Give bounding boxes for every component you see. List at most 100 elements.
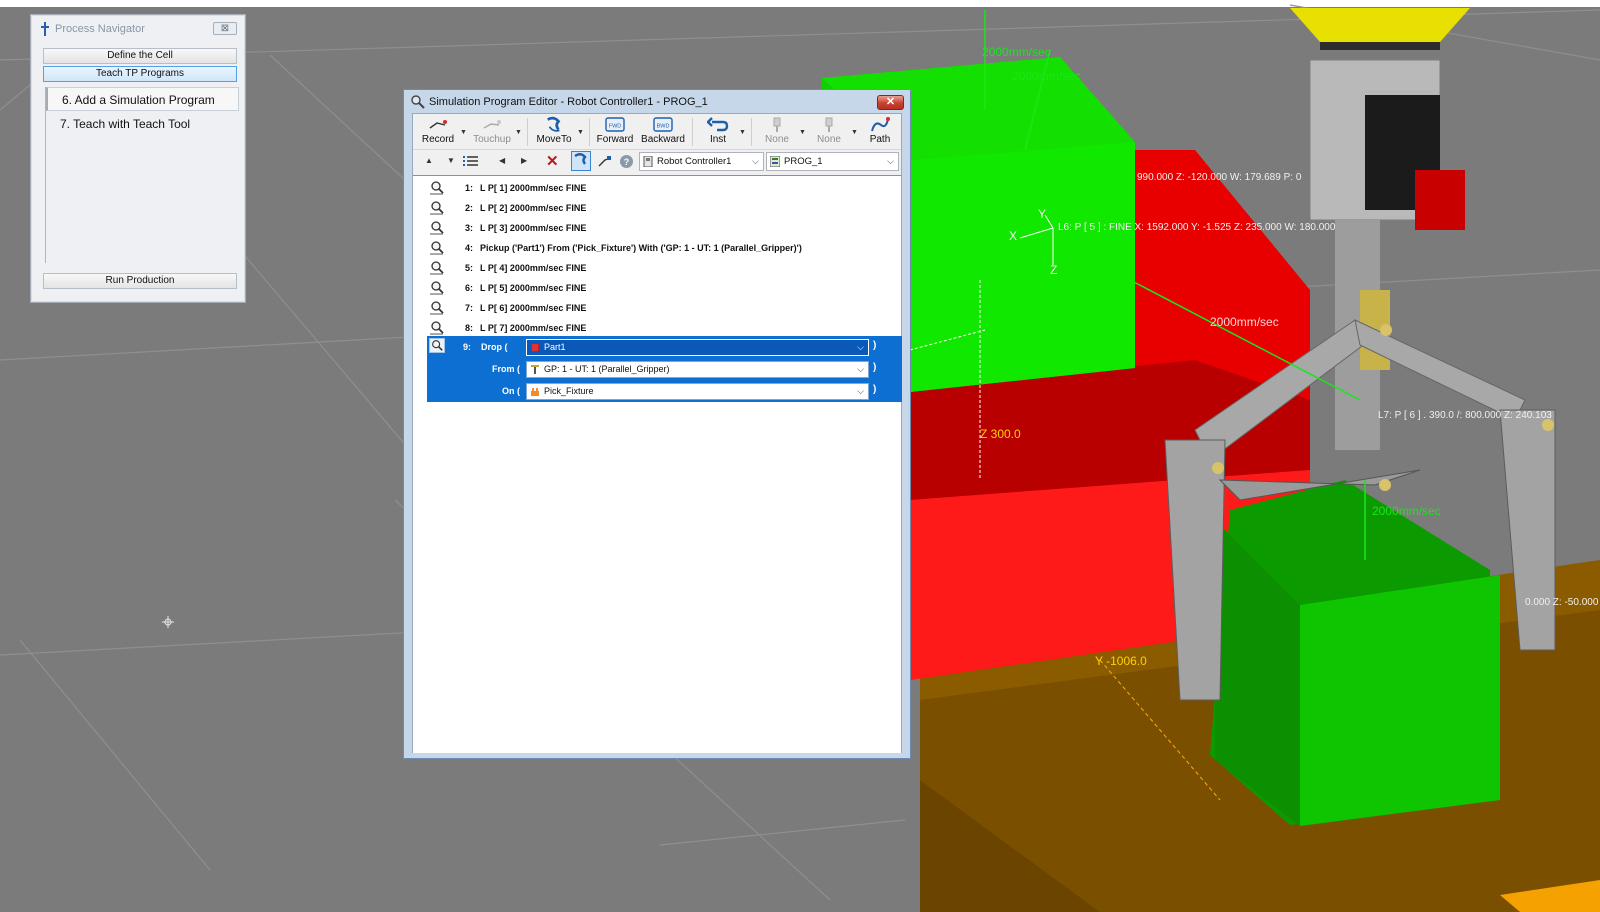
previous-icon[interactable]: ◀: [499, 156, 505, 165]
none-button-2[interactable]: None: [811, 116, 847, 148]
none2-dropdown-caret-icon[interactable]: ▼: [851, 129, 858, 136]
forward-button[interactable]: FWD Forward: [595, 116, 635, 148]
chevron-down-icon: ⌵: [857, 342, 864, 352]
teach-tp-programs-button[interactable]: Teach TP Programs: [43, 66, 237, 82]
undo-arrow-icon: [707, 117, 729, 132]
move-down-icon[interactable]: ▼: [447, 156, 455, 165]
program-line[interactable]: 4: Pickup ('Part1') From ('Pick_Fixture'…: [413, 238, 901, 258]
chevron-down-icon: ⌵: [857, 386, 864, 396]
svg-text:FWD: FWD: [609, 124, 622, 130]
speed-label-2: 2000mm/sec: [1012, 69, 1081, 83]
coord-readout-2: L7: P [ 6 ] . 390.0 /: 800.000 Z: 240.10…: [1378, 410, 1552, 421]
delete-icon[interactable]: ✕: [546, 152, 559, 170]
drop-label: Drop (: [481, 342, 508, 352]
editor-toolbar: Record ▼ Touchup ▼ MoveTo ▼ FWD Forward …: [413, 114, 901, 150]
process-navigator-panel: Process Navigator ⊠ Define the Cell Teac…: [30, 14, 246, 303]
forward-icon: FWD: [605, 117, 625, 132]
magnifier-icon[interactable]: [429, 260, 445, 275]
z-coordinate-label: Z 300.0: [980, 427, 1021, 441]
process-steps-list: 6. Add a Simulation Program 7. Teach wit…: [45, 87, 240, 263]
step-add-simulation-program[interactable]: 6. Add a Simulation Program: [46, 87, 239, 111]
magnifier-icon[interactable]: [429, 220, 445, 235]
drop-instruction-line[interactable]: 9: Drop ( Part1 ⌵ ) From ( GP: 1 - UT: 1…: [427, 336, 902, 402]
viewport-top-edge: [0, 0, 1600, 7]
inst-button[interactable]: Inst: [701, 116, 735, 148]
y-coordinate-label: Y -1006.0: [1095, 654, 1147, 668]
chevron-down-icon: ⌵: [887, 156, 894, 166]
program-line[interactable]: 7: L P[ 6] 2000mm/sec FINE: [413, 298, 901, 318]
editor-titlebar[interactable]: Simulation Program Editor - Robot Contro…: [404, 90, 910, 114]
robot-controller-select[interactable]: Robot Controller1 ⌵: [639, 152, 764, 171]
move-up-icon[interactable]: ▲: [425, 156, 433, 165]
touchup-icon: [483, 120, 501, 129]
svg-text:BWD: BWD: [657, 124, 670, 130]
run-production-button[interactable]: Run Production: [43, 273, 237, 289]
touchup-dropdown-caret-icon[interactable]: ▼: [515, 129, 522, 136]
drop-line-number: 9:: [463, 342, 472, 352]
tool-disabled-icon: [773, 117, 781, 132]
define-cell-button[interactable]: Define the Cell: [43, 48, 237, 64]
magnifier-icon[interactable]: [429, 280, 445, 295]
backward-button[interactable]: BWD Backward: [639, 116, 687, 148]
program-line[interactable]: 5: L P[ 4] 2000mm/sec FINE: [413, 258, 901, 278]
part-icon: [531, 343, 539, 352]
magnifier-icon[interactable]: [429, 300, 445, 315]
moveto-toggle-button[interactable]: [571, 151, 591, 171]
step-teach-with-teach-tool[interactable]: 7. Teach with Teach Tool: [46, 112, 239, 136]
process-navigator-title: Process Navigator: [55, 23, 145, 35]
speed-label-3: 2000mm/sec: [1210, 315, 1279, 329]
program-line[interactable]: 8: L P[ 7] 2000mm/sec FINE: [413, 318, 901, 338]
program-line[interactable]: 6: L P[ 5] 2000mm/sec FINE: [413, 278, 901, 298]
moveto-button[interactable]: MoveTo: [532, 116, 576, 148]
program-select[interactable]: PROG_1 ⌵: [766, 152, 899, 171]
program-line[interactable]: 2: L P[ 2] 2000mm/sec FINE: [413, 198, 901, 218]
magnifier-icon[interactable]: [429, 180, 445, 195]
program-icon: [770, 156, 780, 167]
tool-disabled-icon: [825, 117, 833, 132]
next-icon[interactable]: ▶: [521, 156, 527, 165]
magnifier-icon[interactable]: [429, 320, 445, 335]
backward-icon: BWD: [653, 117, 673, 132]
path-button[interactable]: Path: [863, 116, 897, 148]
magnifier-icon[interactable]: [429, 338, 445, 353]
drop-on-fixture-select[interactable]: Pick_Fixture ⌵: [526, 383, 869, 400]
coord-readout-1: 990.000 Z: -120.000 W: 179.689 P: 0: [1137, 172, 1302, 183]
moveto-icon: [574, 153, 587, 165]
magnifier-icon[interactable]: [429, 240, 445, 255]
speed-label-1: 2000mm/sec: [982, 45, 1051, 59]
record-button[interactable]: Record: [417, 116, 459, 148]
svg-text:?: ?: [624, 157, 630, 167]
program-line[interactable]: 1: L P[ 1] 2000mm/sec FINE: [413, 178, 901, 198]
record-icon: [429, 120, 447, 129]
touchup-point-icon[interactable]: [597, 154, 613, 169]
program-instruction-list[interactable]: 1: L P[ 1] 2000mm/sec FINE 2: L P[ 2] 20…: [413, 175, 902, 753]
editor-body: Record ▼ Touchup ▼ MoveTo ▼ FWD Forward …: [412, 113, 902, 753]
help-icon[interactable]: ?: [619, 154, 634, 169]
fixture-icon: [531, 388, 539, 396]
record-dropdown-caret-icon[interactable]: ▼: [460, 129, 467, 136]
touchup-button[interactable]: Touchup: [470, 116, 514, 148]
gripper-icon: [531, 365, 539, 374]
process-navigator-titlebar[interactable]: Process Navigator ⊠: [31, 15, 245, 43]
inst-dropdown-caret-icon[interactable]: ▼: [739, 129, 746, 136]
magnifier-icon[interactable]: [429, 200, 445, 215]
close-icon[interactable]: ⊠: [213, 22, 237, 35]
editor-title: Simulation Program Editor - Robot Contro…: [429, 96, 708, 108]
list-icon[interactable]: [463, 154, 479, 169]
moveto-dropdown-caret-icon[interactable]: ▼: [577, 129, 584, 136]
speed-label-4: 2000mm/sec: [1372, 504, 1441, 518]
path-icon: [871, 117, 890, 132]
controller-icon: [643, 156, 653, 167]
drop-part-select[interactable]: Part1 ⌵: [526, 339, 869, 356]
point-p5-label: L6: P [ 5 ] : FINE X: 1592.000 Y: -1.525…: [1058, 222, 1336, 233]
none-button-1[interactable]: None: [759, 116, 795, 148]
close-icon[interactable]: ✕: [877, 95, 904, 110]
none1-dropdown-caret-icon[interactable]: ▼: [799, 129, 806, 136]
coord-readout-3: 0.000 Z: -50.000 V: [1525, 597, 1600, 608]
drop-from-gripper-select[interactable]: GP: 1 - UT: 1 (Parallel_Gripper) ⌵: [526, 361, 869, 378]
moveto-icon: [547, 116, 561, 132]
magnifier-icon: [411, 95, 425, 109]
program-line[interactable]: 3: L P[ 3] 2000mm/sec FINE: [413, 218, 901, 238]
editor-navigation-toolbar: ▲ ▼ ◀ ▶ ✕ ? Robot Controller1 ⌵ PROG_1 ⌵: [413, 150, 901, 174]
on-label: On (: [502, 386, 520, 396]
